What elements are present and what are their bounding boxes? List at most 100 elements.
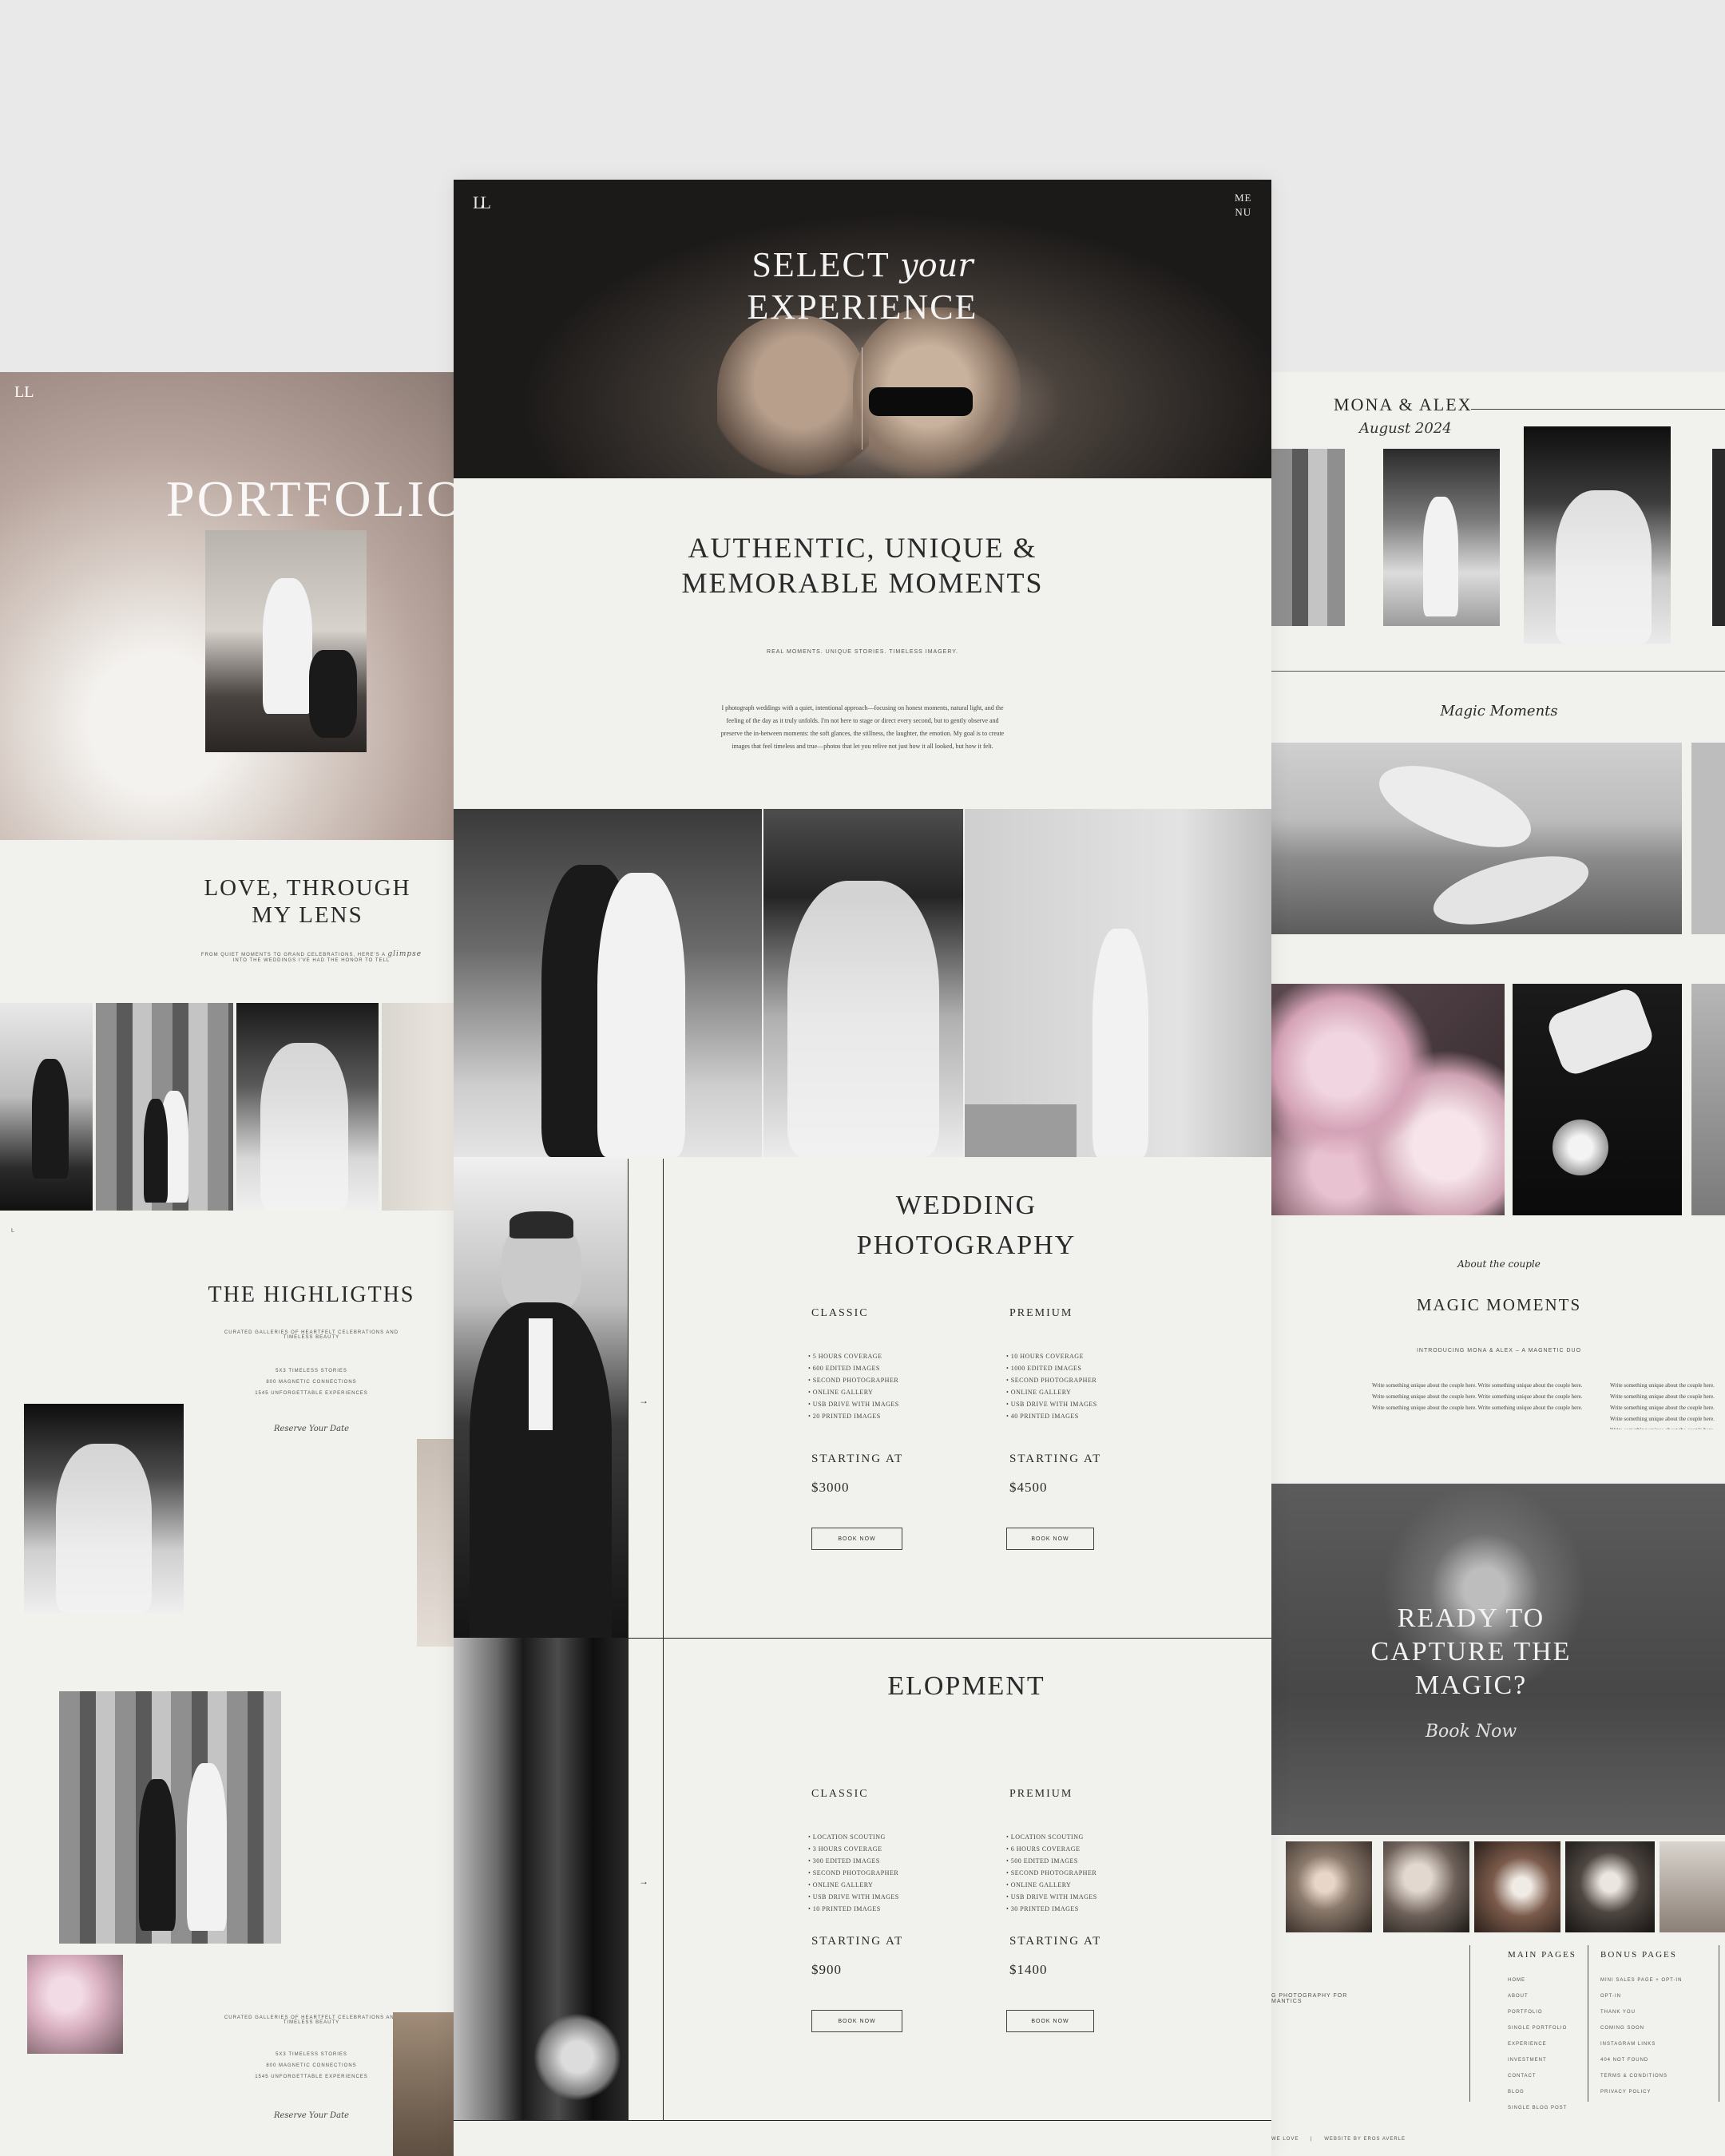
introducing-text: INTRODUCING MONA & ALEX – A MAGNETIC DUO — [1416, 1348, 1582, 1353]
footer-link[interactable]: PRIVACY POLICY — [1600, 2084, 1682, 2100]
peonies-photo — [1271, 984, 1505, 1215]
inclusion-item: • USB DRIVE WITH IMAGES — [808, 1401, 899, 1408]
elopement-premium-book-button[interactable]: BOOK NOW — [1006, 2010, 1094, 2032]
cta-book-now-link[interactable]: Book Now — [1423, 1722, 1519, 1742]
wedding-premium-book-button[interactable]: BOOK NOW — [1006, 1528, 1094, 1550]
columns-couple-photo — [96, 1003, 233, 1211]
wedding-premium-name: PREMIUM — [1009, 1307, 1073, 1319]
inclusion-item: • SECOND PHOTOGRAPHER — [808, 1869, 899, 1877]
intro-heading-line2: MEMORABLE MOMENTS — [681, 567, 1044, 599]
couple-car-photo — [0, 1003, 93, 1211]
footer-link[interactable]: COMING SOON — [1600, 2020, 1682, 2036]
footer-link[interactable]: PORTFOLIO — [1508, 2004, 1567, 2020]
ring-side-photo — [1691, 743, 1725, 934]
inclusion-item: • SECOND PHOTOGRAPHER — [1006, 1869, 1097, 1877]
footer-link[interactable]: ABOUT — [1508, 1988, 1567, 2004]
building-partial-photo — [393, 2012, 454, 2156]
menu-label-bottom: NU — [1235, 206, 1252, 218]
hero-title-experience: EXPERIENCE — [747, 287, 978, 327]
inclusion-item: • USB DRIVE WITH IMAGES — [1006, 1401, 1097, 1408]
stat-item: 5x3 TIMELESS STORIES — [276, 1369, 347, 1373]
footer-link[interactable]: SINGLE BLOG POST — [1508, 2100, 1567, 2116]
instagram-photo-3[interactable] — [1474, 1841, 1560, 1932]
wedding-classic-book-button[interactable]: BOOK NOW — [811, 1528, 902, 1550]
main-pages-list: HOME ABOUT PORTFOLIO SINGLE PORTFOLIO EX… — [1508, 1972, 1567, 2116]
inclusion-item: • 5 HOURS COVERAGE — [808, 1353, 882, 1360]
elopement-premium-inclusions: • LOCATION SCOUTING • 6 HOURS COVERAGE •… — [1006, 1831, 1097, 1915]
bride-wall-photo — [965, 809, 1271, 1157]
inclusion-item: • LOCATION SCOUTING — [1006, 1833, 1084, 1841]
stat-item: 800 MAGNETIC CONNECTIONS — [266, 1380, 357, 1385]
footer-link[interactable]: HOME — [1508, 1972, 1567, 1988]
bride-side-photo — [382, 1003, 454, 1211]
hero-title: SELECT your EXPERIENCE — [703, 245, 1022, 329]
hero-logo[interactable]: LL — [473, 192, 491, 213]
wedding-arrow-button[interactable]: → — [639, 1395, 648, 1407]
instagram-strip — [1271, 1841, 1725, 1934]
instagram-photo-1[interactable] — [1286, 1841, 1372, 1932]
footer-link[interactable]: EXPERIENCE — [1508, 2036, 1567, 2052]
elopement-glass-photo — [454, 1638, 628, 2120]
footer-link[interactable]: 404 NOT FOUND — [1600, 2052, 1682, 2068]
footer-link[interactable]: INSTAGRAM LINKS — [1600, 2036, 1682, 2052]
menu-button[interactable]: ME NU — [1235, 191, 1252, 220]
wedding-premium-starting: STARTING AT — [1009, 1453, 1102, 1465]
groom-portrait-photo — [454, 1159, 628, 1638]
left-small-mark: L — [11, 1228, 15, 1234]
footer-credit: WE LOVE | WEBSITE BY EROS AVERLE — [1271, 2137, 1406, 2142]
footer-link[interactable]: OPT-IN — [1600, 1988, 1682, 2004]
wedding-section-divider — [628, 1159, 629, 1638]
elopement-section-divider-2 — [663, 1638, 664, 2120]
instagram-photo-4[interactable] — [1565, 1841, 1655, 1932]
instagram-photo-2[interactable] — [1383, 1841, 1469, 1932]
bonus-pages-list: MINI SALES PAGE + OPT-IN OPT-IN THANK YO… — [1600, 1972, 1682, 2100]
single-portfolio-page-preview: MONA & ALEX August 2024 Magic Moments Ab… — [1271, 372, 1725, 2156]
inclusion-item: • USB DRIVE WITH IMAGES — [808, 1893, 899, 1900]
magic-moments-title: MAGIC MOMENTS — [1416, 1295, 1582, 1314]
elopement-classic-inclusions: • LOCATION SCOUTING • 3 HOURS COVERAGE •… — [808, 1831, 899, 1915]
inclusion-item: • ONLINE GALLERY — [1006, 1389, 1072, 1396]
couple-embrace-photo — [454, 809, 762, 1157]
elopement-premium-starting: STARTING AT — [1009, 1935, 1102, 1948]
about-couple-script: About the couple — [1457, 1258, 1541, 1270]
reserve-date-link[interactable]: Reserve Your Date — [256, 1425, 367, 1433]
footer-link[interactable]: CONTACT — [1508, 2068, 1567, 2084]
magic-moments-script: Magic Moments — [1440, 703, 1558, 719]
gallery-photo-1 — [1271, 449, 1345, 626]
intro-tagline: REAL MOMENTS. UNIQUE STORIES. TIMELESS I… — [767, 649, 958, 655]
elopement-bottom-rule — [454, 2120, 1271, 2121]
instagram-photo-5[interactable] — [1660, 1841, 1725, 1932]
reserve-date-link-b[interactable]: Reserve Your Date — [256, 2111, 367, 2120]
bonus-pages-title: BONUS PAGES — [1600, 1950, 1677, 1960]
inclusion-item: • USB DRIVE WITH IMAGES — [1006, 1893, 1097, 1900]
inclusion-item: • 40 PRINTED IMAGES — [1006, 1413, 1079, 1420]
hero-title-script: your — [899, 248, 974, 284]
wedding-classic-price: $3000 — [811, 1480, 850, 1495]
wedding-premium-inclusions: • 10 HOURS COVERAGE • 1000 EDITED IMAGES… — [1006, 1350, 1097, 1422]
stat-item: 1545 UNFORGETTABLE EXPERIENCES — [255, 1391, 368, 1396]
footer-link[interactable]: INVESTMENT — [1508, 2052, 1567, 2068]
wedding-classic-inclusions: • 5 HOURS COVERAGE • 600 EDITED IMAGES •… — [808, 1350, 899, 1422]
love-heading-line1: LOVE, THROUGH — [204, 875, 411, 901]
elopement-title: ELOPMENT — [887, 1671, 1045, 1701]
highlights-stats: 5x3 TIMELESS STORIES 800 MAGNETIC CONNEC… — [248, 1365, 375, 1399]
footer-link[interactable]: THANK YOU — [1600, 2004, 1682, 2020]
portfolio-logo[interactable]: LL — [14, 383, 34, 402]
elopement-classic-book-button[interactable]: BOOK NOW — [811, 2010, 902, 2032]
footer-link[interactable]: MINI SALES PAGE + OPT-IN — [1600, 1972, 1682, 1988]
elopement-arrow-button[interactable]: → — [639, 1876, 648, 1888]
bride-scooter-photo — [205, 530, 367, 752]
gallery-photo-3 — [1524, 426, 1671, 644]
stat-item: 1545 UNFORGETTABLE EXPERIENCES — [255, 2075, 368, 2079]
inclusion-item: • 10 HOURS COVERAGE — [1006, 1353, 1084, 1360]
footer-link[interactable]: SINGLE PORTFOLIO — [1508, 2020, 1567, 2036]
cta-line2: CAPTURE THE — [1370, 1637, 1572, 1667]
footer-link[interactable]: TERMS & CONDITIONS — [1600, 2068, 1682, 2084]
about-body-2: Write something unique about the couple … — [1610, 1382, 1715, 1429]
bride-veil-photo — [763, 809, 963, 1157]
highlight-partial-photo — [417, 1439, 454, 1647]
footer-link[interactable]: BLOG — [1508, 2084, 1567, 2100]
experience-page-preview: LL ME NU SELECT your EXPERIENCE AUTHENTI… — [454, 180, 1271, 2156]
footer-divider-1 — [1469, 1945, 1470, 2102]
highlights-stats-b: 5x3 TIMELESS STORIES 800 MAGNETIC CONNEC… — [248, 2049, 375, 2083]
